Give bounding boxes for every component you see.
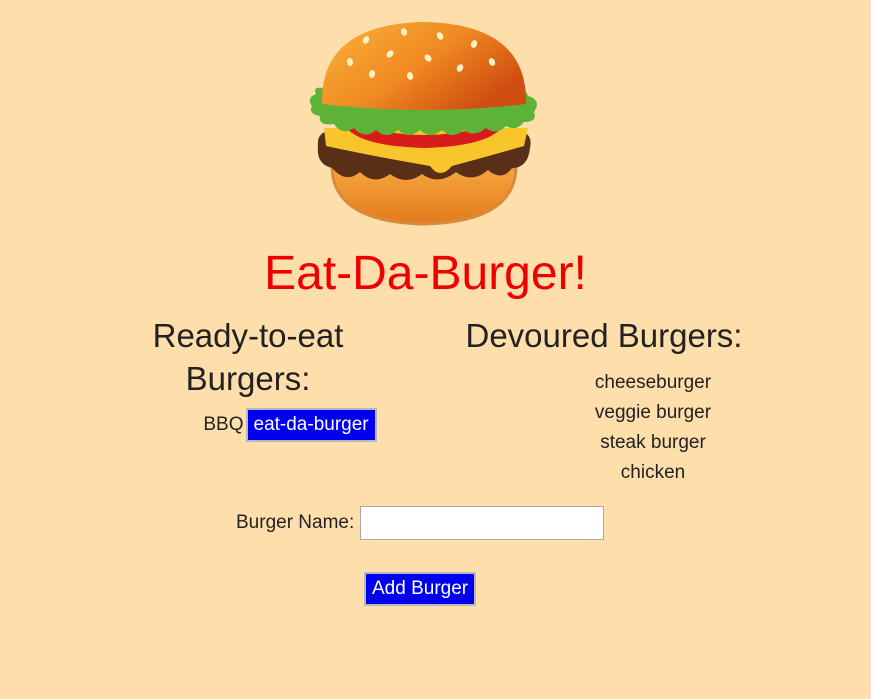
list-item: cheeseburger bbox=[594, 372, 712, 393]
page: Eat-Da-Burger! Ready-to-eat Burgers: Dev… bbox=[0, 0, 871, 699]
list-item: chicken bbox=[620, 462, 686, 483]
page-title: Eat-Da-Burger! bbox=[264, 247, 587, 300]
list-item: veggie burger bbox=[594, 402, 712, 423]
ready-burgers-heading: Ready-to-eat Burgers: bbox=[152, 317, 344, 397]
ready-burgers-list: BBQ eat-da-burger bbox=[150, 408, 430, 442]
burger-name-label: Burger Name: bbox=[236, 512, 355, 533]
burger-name: BBQ bbox=[203, 414, 244, 435]
hamburger-icon bbox=[309, 22, 537, 226]
list-item: BBQ eat-da-burger bbox=[203, 408, 377, 442]
burger-name-input[interactable] bbox=[360, 506, 605, 540]
add-burger-button[interactable]: Add Burger bbox=[364, 572, 477, 606]
list-item: steak burger bbox=[600, 432, 706, 453]
devoured-burgers-heading: Devoured Burgers: bbox=[465, 317, 743, 354]
eat-da-burger-button[interactable]: eat-da-burger bbox=[245, 408, 377, 442]
add-burger-form: Burger Name: bbox=[236, 506, 605, 540]
devoured-burgers-list: cheeseburger veggie burger steak burger … bbox=[553, 368, 753, 488]
